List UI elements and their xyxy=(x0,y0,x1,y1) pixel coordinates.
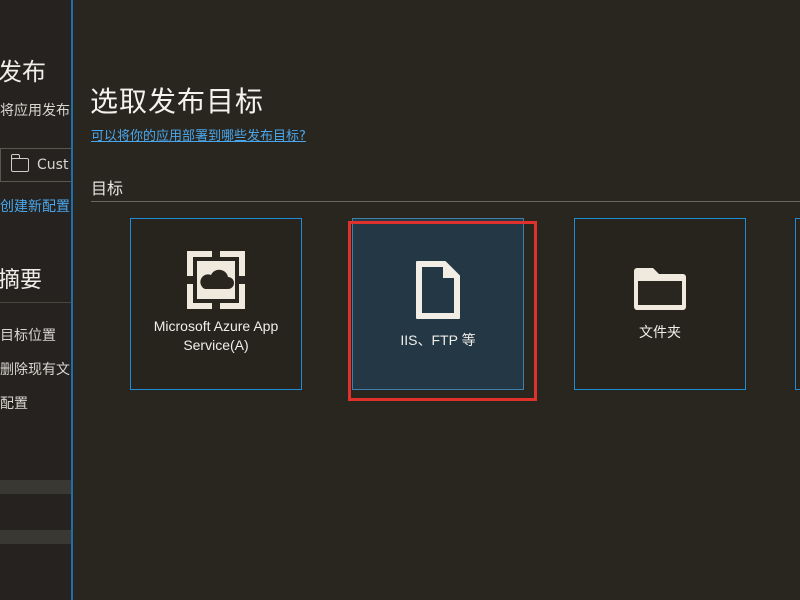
folder-icon xyxy=(10,154,29,172)
target-card-iis-ftp[interactable]: IIS、FTP 等 xyxy=(352,218,524,390)
azure-cloud-icon xyxy=(187,251,245,309)
summary-divider xyxy=(0,302,71,303)
summary-title: 摘要 xyxy=(0,268,43,293)
folder-icon xyxy=(634,268,686,310)
summary-item-configuration[interactable]: 配置 xyxy=(0,393,28,413)
publish-side-panel: 发布 将应用发布到 Cust 创建新配置 摘要 目标位置 删除现有文 配置 xyxy=(0,0,73,600)
target-card-folder[interactable]: 文件夹 xyxy=(574,218,746,390)
help-link[interactable]: 可以将你的应用部署到哪些发布目标? xyxy=(91,125,306,144)
document-icon xyxy=(416,261,460,319)
publish-subtitle: 将应用发布到 xyxy=(0,103,71,119)
target-label: IIS、FTP 等 xyxy=(400,332,476,348)
publish-title: 发布 xyxy=(0,58,46,86)
target-card-partial[interactable] xyxy=(795,218,800,390)
section-label-targets: 目标 xyxy=(91,179,124,198)
new-profile-link[interactable]: 创建新配置 xyxy=(0,196,70,216)
profile-select-value: Cust xyxy=(37,157,69,173)
side-field[interactable] xyxy=(0,480,71,494)
page-title: 选取发布目标 xyxy=(90,85,265,118)
summary-item-delete-existing[interactable]: 删除现有文 xyxy=(0,359,70,379)
target-label: 文件夹 xyxy=(639,324,681,340)
target-card-azure-app-service[interactable]: Microsoft Azure App Service(A) xyxy=(130,218,302,390)
summary-item-target-location: 目标位置 xyxy=(0,328,56,344)
profile-select[interactable]: Cust xyxy=(0,148,71,182)
section-divider xyxy=(91,201,800,202)
target-label: Microsoft Azure App Service(A) xyxy=(153,318,279,353)
side-field[interactable] xyxy=(0,530,71,544)
